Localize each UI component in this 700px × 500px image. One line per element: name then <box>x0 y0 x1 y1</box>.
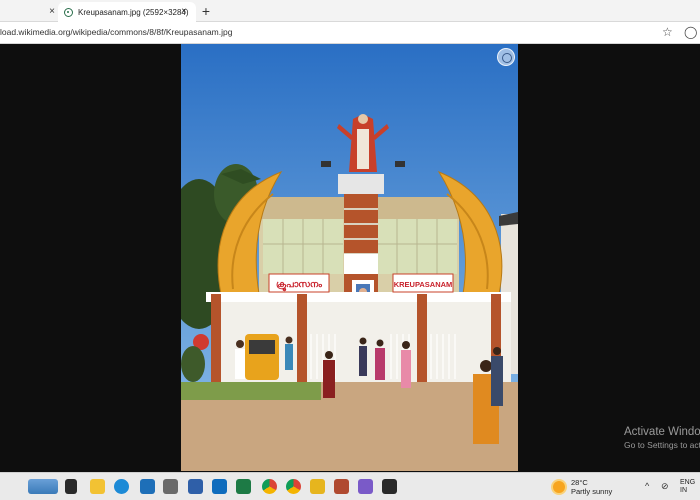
chrome-icon[interactable] <box>262 479 277 494</box>
kreupasanam-photo: ക്രൂപാസനം KREUPASANAM <box>181 44 518 471</box>
notes-app-icon[interactable] <box>310 479 325 494</box>
calculator-icon[interactable] <box>163 479 178 494</box>
new-tab-button[interactable]: + <box>198 3 214 19</box>
address-bar: load.wikimedia.org/wikipedia/commons/8/8… <box>0 22 700 44</box>
file-explorer-icon[interactable] <box>65 479 77 494</box>
photo-app-icon[interactable] <box>334 479 349 494</box>
media-app-icon[interactable] <box>382 479 397 494</box>
folder-icon[interactable] <box>90 479 105 494</box>
zoom-icon[interactable] <box>497 48 515 66</box>
excel-icon[interactable] <box>236 479 251 494</box>
watermark-line2: Go to Settings to act <box>624 440 700 450</box>
wikimedia-favicon-icon <box>64 7 73 17</box>
sign-right-text: KREUPASANAM <box>394 280 453 289</box>
partly-sunny-icon <box>553 481 565 493</box>
tab-kreupasanam-image[interactable]: Kreupasanam.jpg (2592×3284) × <box>58 2 196 22</box>
lang-line1: ENG <box>680 479 696 486</box>
image-viewer: ക്രൂപാസനം KREUPASANAM <box>0 44 700 472</box>
blue-app-icon[interactable] <box>188 479 203 494</box>
outlook-icon[interactable] <box>212 479 227 494</box>
store-icon[interactable] <box>140 479 155 494</box>
close-tab-icon[interactable]: × <box>46 6 58 18</box>
landscape-thumbnail-icon[interactable] <box>28 479 58 494</box>
url-field[interactable]: load.wikimedia.org/wikipedia/commons/8/8… <box>0 27 232 37</box>
language-indicator[interactable]: ENG IN <box>680 479 695 495</box>
weather-temp: 28°C <box>571 478 588 487</box>
tab-label: Kreupasanam.jpg (2592×3284) <box>78 7 189 17</box>
taskbar: 28°C Partly sunny ^ ⊘ ENG IN <box>0 472 700 500</box>
tab-previous[interactable]: × <box>0 2 60 22</box>
show-hidden-icons-chevron-icon[interactable]: ^ <box>645 481 649 491</box>
network-icon[interactable]: ⊘ <box>661 481 669 492</box>
church-building-illustration: ക്രൂപാസനം KREUPASANAM <box>181 44 518 471</box>
lang-line2: IN <box>680 487 687 494</box>
weather-desc: Partly sunny <box>571 487 613 496</box>
tab-strip: × Kreupasanam.jpg (2592×3284) × + <box>0 0 700 22</box>
watermark-line1: Activate Windo <box>624 426 700 438</box>
profile-icon[interactable]: ◯ <box>684 25 697 39</box>
edge-browser-icon[interactable] <box>114 479 129 494</box>
weather-widget[interactable]: 28°C Partly sunny <box>553 478 612 496</box>
paint-app-icon[interactable] <box>358 479 373 494</box>
favorite-star-icon[interactable]: ☆ <box>662 25 673 39</box>
chrome-profile-icon[interactable] <box>286 479 301 494</box>
activate-windows-watermark: Activate Windo Go to Settings to act <box>624 426 700 450</box>
close-tab-icon[interactable]: × <box>178 6 190 18</box>
